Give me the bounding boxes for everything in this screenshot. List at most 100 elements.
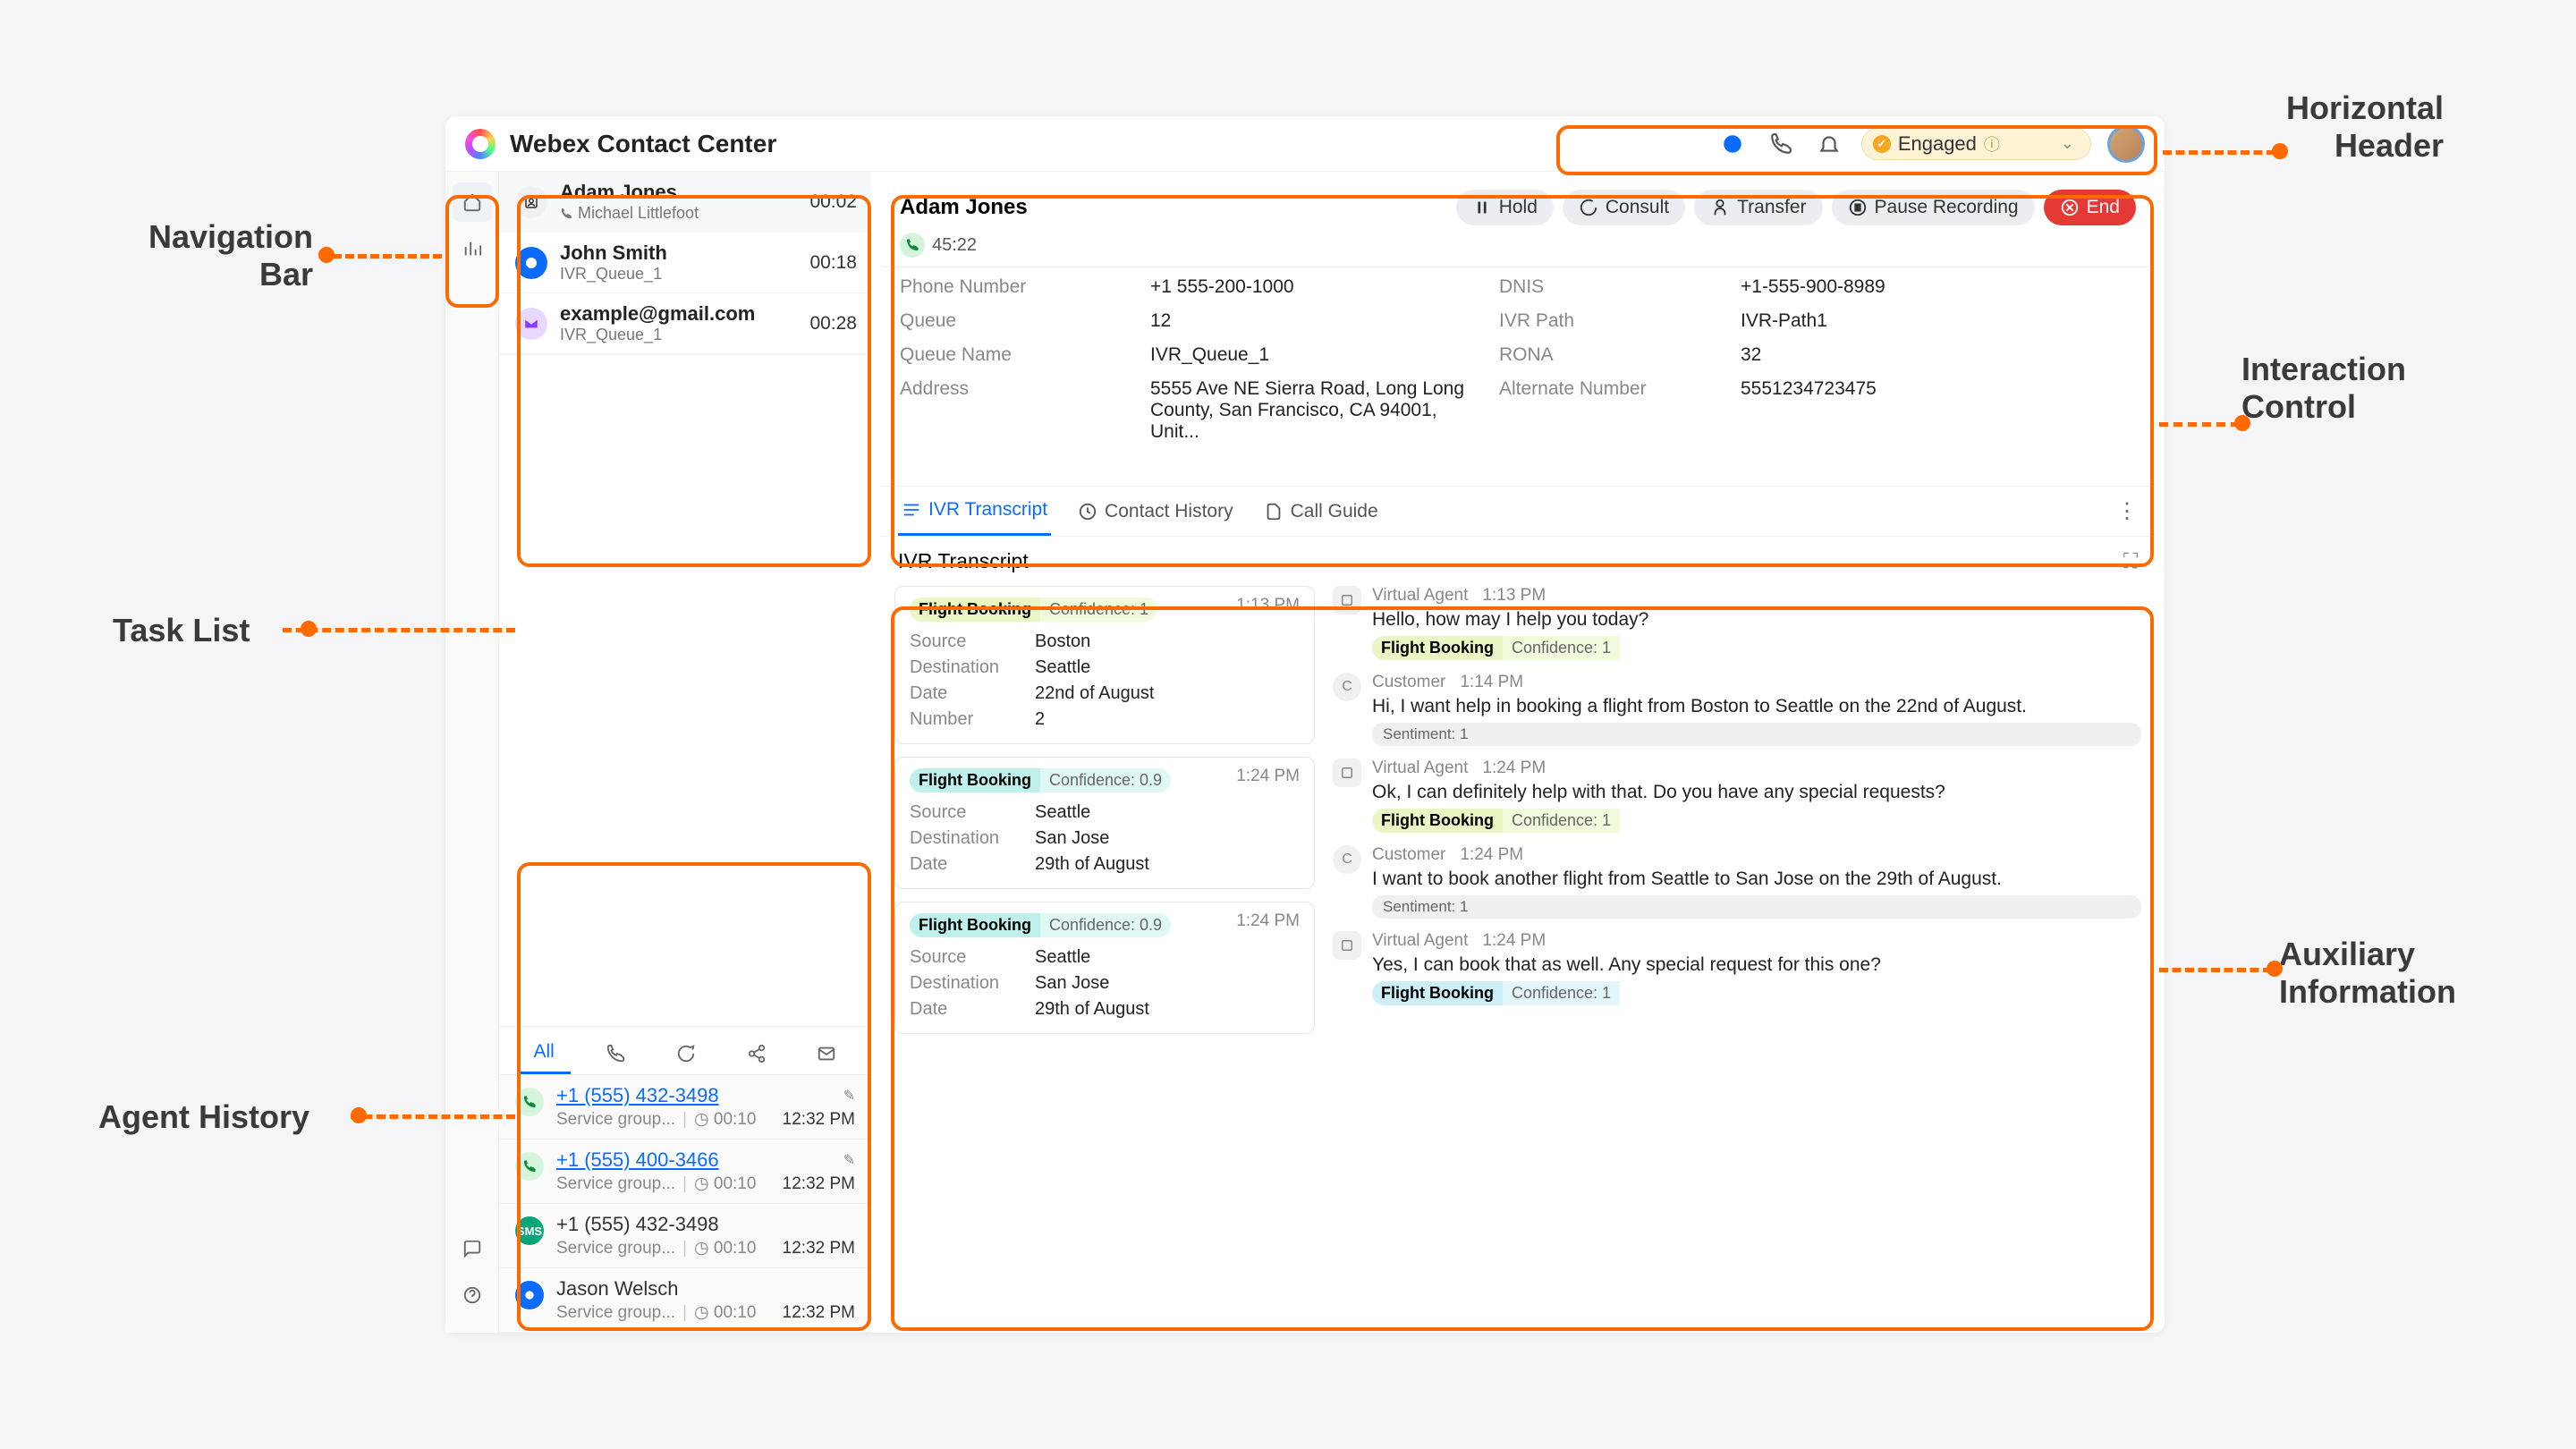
more-icon[interactable]: ⋮: [2116, 498, 2138, 524]
task-sub: IVR_Queue_1: [560, 265, 797, 284]
sentiment-tag: Sentiment: 1: [1372, 895, 2141, 919]
transcript-card: Flight BookingConfidence: 0.91:24 PMSour…: [894, 757, 1315, 889]
navigation-bar: [445, 172, 499, 1333]
task-item[interactable]: Adam JonesMichael Littlefoot00:02: [499, 172, 871, 233]
task-timer: 00:28: [809, 313, 857, 335]
interaction-details: Phone Number+1 555-200-1000 DNIS+1-555-9…: [882, 267, 2154, 461]
history-number: Jason Welsch: [556, 1277, 679, 1301]
history-tab-email[interactable]: [801, 1032, 852, 1074]
transcript-message: CCustomer1:24 PMI want to book another f…: [1333, 845, 2141, 919]
pause-recording-button[interactable]: Pause Recording: [1832, 190, 2035, 225]
history-tab-social[interactable]: [731, 1032, 783, 1074]
nav-chat[interactable]: [453, 1229, 492, 1268]
status-label: Engaged: [1898, 132, 1977, 156]
callout-task: Task List: [113, 612, 250, 649]
status-check-icon: ✓: [1873, 135, 1891, 153]
intent-tag: Flight BookingConfidence: 1: [910, 597, 1157, 622]
transcript-messages: Virtual Agent1:13 PMHello, how may I hel…: [1333, 586, 2141, 1318]
task-channel-icon: [515, 186, 547, 218]
interaction-name: Adam Jones: [900, 195, 1028, 220]
customer-icon: C: [1333, 845, 1361, 874]
history-tab-chat[interactable]: [660, 1032, 712, 1074]
transcript-card: Flight BookingConfidence: 11:13 PMSource…: [894, 586, 1315, 744]
customer-icon: C: [1333, 673, 1361, 701]
task-channel-icon: [515, 308, 547, 340]
task-item[interactable]: example@gmail.comIVR_Queue_100:28: [499, 293, 871, 354]
card-time: 1:24 PM: [1236, 767, 1300, 786]
app-title: Webex Contact Center: [510, 130, 776, 158]
intent-tag: Flight BookingConfidence: 1: [1372, 981, 2141, 1005]
history-item[interactable]: SMS+1 (555) 432-3498Service group...|◷ 0…: [499, 1204, 871, 1268]
task-name: John Smith: [560, 242, 797, 265]
history-number: +1 (555) 432-3498: [556, 1213, 719, 1236]
consult-button[interactable]: Consult: [1563, 190, 1685, 225]
bot-icon: [1333, 758, 1361, 787]
main-column: Adam Jones Hold Consult Transfer Pause R…: [871, 172, 2165, 1333]
task-name: example@gmail.com: [560, 302, 797, 326]
transfer-button[interactable]: Transfer: [1694, 190, 1822, 225]
task-sub: Michael Littlefoot: [560, 204, 797, 223]
bell-icon[interactable]: [1813, 128, 1845, 160]
interaction-buttons: Hold Consult Transfer Pause Recording En…: [1456, 190, 2136, 225]
message-text: Hello, how may I help you today?: [1372, 609, 2141, 631]
transcript-cards: Flight BookingConfidence: 11:13 PMSource…: [894, 586, 1315, 1318]
callout-aux: Auxiliary Information: [2279, 936, 2456, 1011]
app-frame: Webex Contact Center ✓ Engaged ⓘ ⌄: [445, 116, 2165, 1333]
hold-button[interactable]: Hold: [1456, 190, 1554, 225]
pencil-icon[interactable]: ✎: [843, 1151, 855, 1169]
message-text: Yes, I can book that as well. Any specia…: [1372, 954, 2141, 976]
intent-tag: Flight BookingConfidence: 1: [1372, 809, 2141, 833]
callout-header: Horizontal Header: [2286, 89, 2444, 165]
webex-logo-icon: [465, 129, 496, 159]
nav-analytics[interactable]: [453, 229, 492, 268]
expand-icon[interactable]: ⛶: [2123, 549, 2138, 573]
tab-ivr-transcript[interactable]: IVR Transcript: [898, 487, 1051, 536]
status-dropdown[interactable]: ✓ Engaged ⓘ ⌄: [1861, 128, 2091, 160]
transcript-message: Virtual Agent1:24 PMYes, I can book that…: [1333, 931, 2141, 1005]
history-tab-all[interactable]: All: [517, 1032, 570, 1074]
sentiment-tag: Sentiment: 1: [1372, 723, 2141, 746]
history-tab-phone[interactable]: [589, 1032, 641, 1074]
history-item[interactable]: +1 (555) 432-3498 ✎ Service group...|◷ 00:…: [499, 1075, 871, 1140]
panel-title: IVR Transcript⛶: [880, 537, 2156, 586]
history-number[interactable]: +1 (555) 400-3466: [556, 1148, 719, 1172]
call-timer: 45:22: [932, 235, 977, 256]
task-timer: 00:18: [809, 252, 857, 274]
tab-call-guide[interactable]: Call Guide: [1260, 488, 1382, 535]
callout-history: Agent History: [98, 1098, 309, 1136]
message-text: Hi, I want help in booking a flight from…: [1372, 696, 2141, 717]
auxiliary-information: IVR Transcript Contact History Call Guid…: [880, 486, 2156, 1333]
nav-home[interactable]: [453, 182, 492, 222]
header-right: ✓ Engaged ⓘ ⌄: [1716, 125, 2145, 163]
end-button[interactable]: End: [2044, 190, 2136, 225]
nav-help[interactable]: [453, 1275, 492, 1315]
transcript-message: Virtual Agent1:24 PMOk, I can definitely…: [1333, 758, 2141, 833]
bot-icon: [1333, 931, 1361, 960]
callout-nav: Navigation Bar: [107, 218, 313, 293]
message-text: Ok, I can definitely help with that. Do …: [1372, 782, 2141, 803]
agent-history: All +1 (555) 432-3498 ✎ Service group...|◷…: [499, 1026, 871, 1333]
intent-tag: Flight BookingConfidence: 0.9: [910, 913, 1171, 937]
card-time: 1:24 PM: [1236, 911, 1300, 931]
history-item[interactable]: Jason WelschService group...|◷ 00:1012:3…: [499, 1268, 871, 1333]
history-channel-icon: SMS: [515, 1216, 544, 1245]
history-number[interactable]: +1 (555) 432-3498: [556, 1084, 719, 1107]
transcript-message: CCustomer1:14 PMHi, I want help in booki…: [1333, 673, 2141, 746]
info-icon: ⓘ: [1984, 132, 2000, 156]
body-row: Adam Jones Michael Littlefoot 00:02 John Sm…: [445, 172, 2165, 1333]
intent-tag: Flight BookingConfidence: 1: [1372, 636, 2141, 660]
history-tabs: All: [499, 1027, 871, 1075]
task-timer: 00:02: [809, 191, 857, 213]
history-meta: Service group...|◷ 00:1012:32 PM: [556, 1302, 855, 1323]
pencil-icon[interactable]: ✎: [843, 1087, 855, 1105]
history-item[interactable]: +1 (555) 400-3466 ✎ Service group...|◷ 00:…: [499, 1140, 871, 1204]
history-meta: Service group...|◷ 00:1012:32 PM: [556, 1174, 855, 1194]
history-channel-icon: [515, 1281, 544, 1309]
history-meta: Service group...|◷ 00:1012:32 PM: [556, 1109, 855, 1130]
phone-icon[interactable]: [1765, 128, 1797, 160]
tab-contact-history[interactable]: Contact History: [1074, 488, 1237, 535]
transcript-card: Flight BookingConfidence: 0.91:24 PMSour…: [894, 902, 1315, 1034]
webex-icon[interactable]: [1716, 128, 1749, 160]
task-item[interactable]: John SmithIVR_Queue_1 00:18: [499, 233, 871, 293]
user-avatar[interactable]: [2107, 125, 2145, 163]
